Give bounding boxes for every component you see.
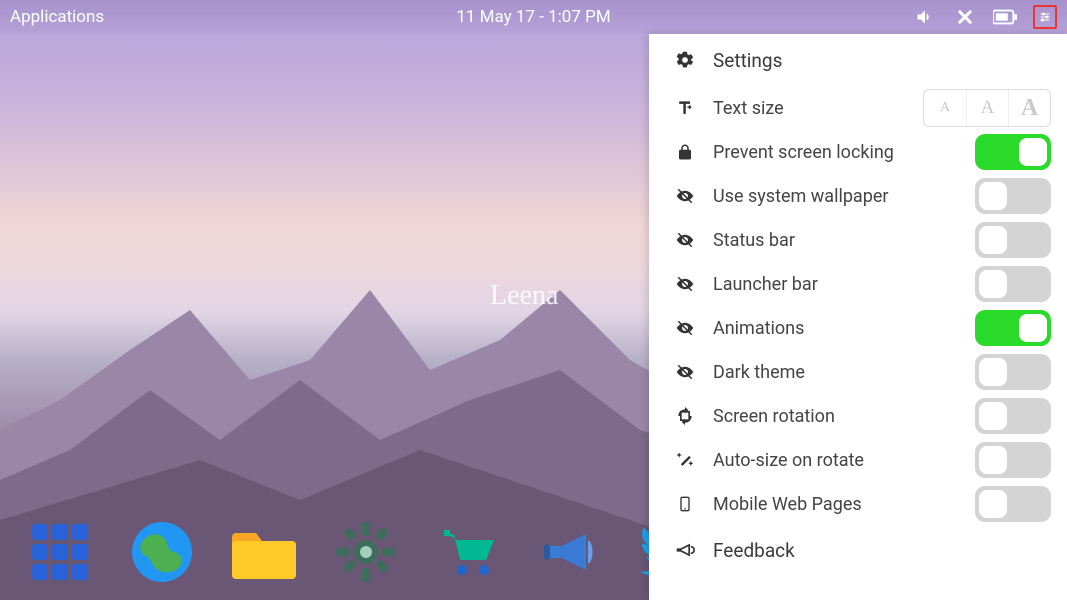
toggle-system-wallpaper[interactable] (975, 178, 1051, 214)
close-icon[interactable] (953, 5, 977, 29)
megaphone-icon[interactable] (534, 516, 606, 588)
wand-icon (671, 450, 699, 470)
text-size-large[interactable]: A (1008, 90, 1050, 126)
row-prevent-lock: Prevent screen locking (649, 130, 1067, 174)
megaphone-icon (671, 540, 699, 560)
row-dark-theme-label: Dark theme (713, 362, 975, 383)
top-status-bar: Applications 11 May 17 - 1:07 PM (0, 0, 1067, 34)
clock-datetime: 11 May 17 - 1:07 PM (456, 7, 610, 27)
settings-panel: Settings Text size A A A Prevent screen … (649, 34, 1067, 600)
text-size-icon (671, 98, 699, 118)
eye-off-icon (671, 363, 699, 381)
toggle-dark-theme[interactable] (975, 354, 1051, 390)
row-text-size-label: Text size (713, 98, 923, 119)
row-mobile-web: Mobile Web Pages (649, 482, 1067, 526)
battery-icon[interactable] (993, 5, 1017, 29)
settings-header: Settings (649, 34, 1067, 86)
toggle-launcher-bar[interactable] (975, 266, 1051, 302)
text-size-medium[interactable]: A (966, 90, 1008, 126)
toggle-screen-rotation[interactable] (975, 398, 1051, 434)
cart-icon[interactable] (432, 516, 504, 588)
row-status-bar: Status bar (649, 218, 1067, 262)
row-prevent-lock-label: Prevent screen locking (713, 142, 975, 163)
eye-off-icon (671, 231, 699, 249)
volume-icon[interactable] (913, 5, 937, 29)
feedback-label: Feedback (713, 539, 1051, 562)
toggle-mobile-web[interactable] (975, 486, 1051, 522)
row-autosize-rotate: Auto-size on rotate (649, 438, 1067, 482)
settings-sliders-icon[interactable] (1033, 5, 1057, 29)
row-mobile-web-label: Mobile Web Pages (713, 494, 975, 515)
row-text-size: Text size A A A (649, 86, 1067, 130)
text-size-small[interactable]: A (924, 90, 966, 126)
row-status-bar-label: Status bar (713, 230, 975, 251)
eye-off-icon (671, 275, 699, 293)
applications-menu[interactable]: Applications (10, 7, 104, 27)
row-autosize-rotate-label: Auto-size on rotate (713, 450, 975, 471)
toggle-prevent-lock[interactable] (975, 134, 1051, 170)
system-tray (913, 5, 1057, 29)
row-screen-rotation: Screen rotation (649, 394, 1067, 438)
lock-icon (671, 142, 699, 162)
mobile-icon (671, 493, 699, 515)
row-system-wallpaper-label: Use system wallpaper (713, 186, 975, 207)
row-system-wallpaper: Use system wallpaper (649, 174, 1067, 218)
row-launcher-bar-label: Launcher bar (713, 274, 975, 295)
row-launcher-bar: Launcher bar (649, 262, 1067, 306)
globe-icon[interactable] (126, 516, 198, 588)
text-size-selector[interactable]: A A A (923, 89, 1051, 127)
gear-icon (671, 50, 699, 70)
settings-header-label: Settings (713, 49, 1051, 72)
toggle-animations[interactable] (975, 310, 1051, 346)
row-screen-rotation-label: Screen rotation (713, 406, 975, 427)
watermark-text: Leena (490, 280, 558, 312)
row-animations-label: Animations (713, 318, 975, 339)
eye-off-icon (671, 187, 699, 205)
apps-grid-icon[interactable] (24, 516, 96, 588)
launcher-dock (24, 516, 708, 588)
gear-icon[interactable] (330, 516, 402, 588)
eye-off-icon (671, 319, 699, 337)
toggle-status-bar[interactable] (975, 222, 1051, 258)
row-animations: Animations (649, 306, 1067, 350)
row-dark-theme: Dark theme (649, 350, 1067, 394)
folder-icon[interactable] (228, 516, 300, 588)
toggle-autosize-rotate[interactable] (975, 442, 1051, 478)
feedback-header[interactable]: Feedback (649, 526, 1067, 574)
rotate-icon (671, 406, 699, 426)
